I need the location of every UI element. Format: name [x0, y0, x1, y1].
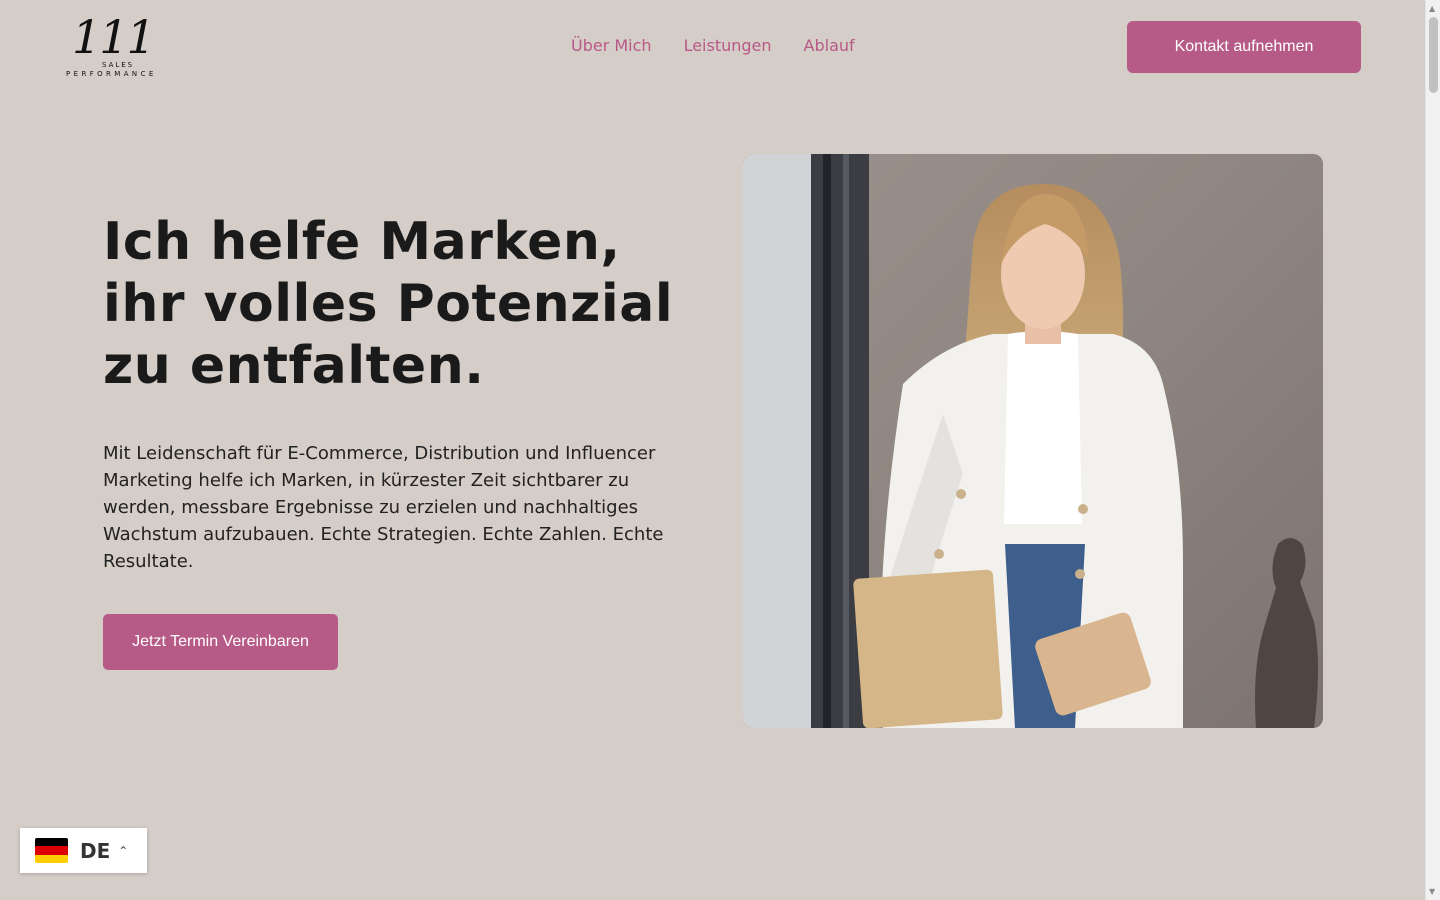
scroll-up-arrow-icon[interactable]: ▲ [1429, 4, 1435, 13]
scroll-down-arrow-icon[interactable]: ▼ [1429, 887, 1435, 896]
logo-line-sales: SALES [102, 61, 135, 69]
main-nav: Über Mich Leistungen Ablauf [571, 36, 855, 56]
nav-link-leistungen[interactable]: Leistungen [684, 36, 772, 56]
nav-link-ablauf[interactable]: Ablauf [804, 36, 855, 56]
contact-button[interactable]: Kontakt aufnehmen [1127, 21, 1361, 73]
language-switcher[interactable]: DE ⌃ [20, 828, 147, 873]
logo-line-performance: PERFORMANCE [66, 70, 157, 78]
page-scrollbar[interactable]: ▲ ▼ [1425, 0, 1440, 900]
scrollbar-thumb[interactable] [1429, 17, 1438, 93]
hero-portrait-photo [743, 154, 1323, 728]
book-appointment-button[interactable]: Jetzt Termin Vereinbaren [103, 614, 338, 670]
hero-description: Mit Leidenschaft für E-Commerce, Distrib… [103, 443, 664, 572]
brand-logo[interactable]: 111 SALES PERFORMANCE [66, 10, 162, 80]
germany-flag-icon [35, 838, 68, 863]
logo-number: 111 [72, 10, 156, 64]
site-header: 111 SALES PERFORMANCE Über Mich Leistung… [0, 0, 1425, 94]
chevron-up-icon: ⌃ [118, 843, 129, 858]
nav-link-ueber-mich[interactable]: Über Mich [571, 36, 652, 56]
hero-title: Ich helfe Marken, ihr volles Potenzial z… [103, 212, 674, 396]
language-code: DE [80, 838, 111, 863]
